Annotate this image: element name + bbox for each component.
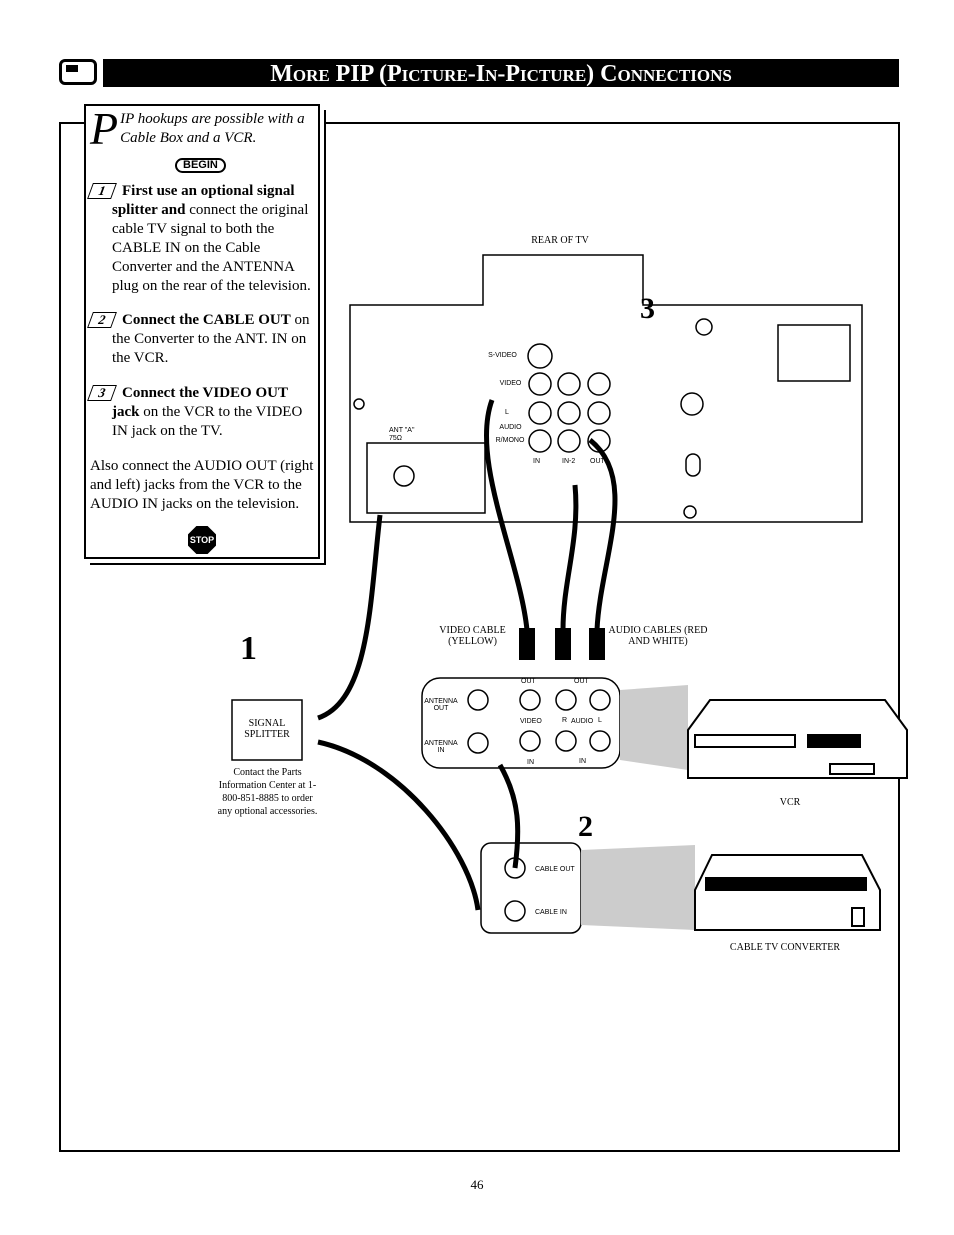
vcr-l-label: L	[598, 717, 602, 724]
intro-text: IP hookups are possible with a Cable Box…	[120, 111, 305, 146]
intro: P IP hookups are possible with a Cable Bo…	[90, 103, 316, 154]
svideo-label: S-VIDEO	[488, 352, 517, 359]
vcr-r-label: R	[562, 717, 568, 724]
drop-cap: P	[90, 103, 119, 154]
vcr-label: VCR	[779, 797, 801, 808]
tv-rear-outline	[349, 254, 863, 523]
vcr-audio-out-label: OUT	[574, 678, 589, 685]
video-cable-label: VIDEO CABLE (YELLOW)	[439, 625, 506, 647]
step-2: 2 Connect the CABLE OUT on the Converter …	[87, 311, 316, 368]
manual-page: More PIP (Picture-In-Picture) Connection…	[0, 0, 954, 1235]
vcr-video-label: VIDEO	[520, 718, 542, 725]
cable-out-label: CABLE OUT	[535, 866, 575, 873]
converter-label: CABLE TV CONVERTER	[729, 942, 841, 953]
in-label: IN	[533, 458, 540, 465]
callout-2: 2	[578, 810, 593, 843]
stop-icon: STOP	[188, 526, 216, 554]
in2-label: IN-2	[562, 458, 576, 465]
step-1: 1 First use an optional signal splitter a…	[87, 182, 316, 296]
step-3: 3 Connect the VIDEO OUT jack on the VCR t…	[87, 384, 316, 441]
vcr-video-out-label: OUT	[521, 678, 536, 685]
out-label: OUT	[590, 458, 605, 465]
splitter-label: SIGNAL SPLITTER	[244, 718, 290, 740]
rear-of-tv-label: REAR OF TV	[531, 235, 589, 246]
audio-cables-label: AUDIO CABLES (RED AND WHITE)	[608, 625, 708, 647]
coax-cable-tv	[317, 514, 383, 721]
step-number: 3	[87, 385, 117, 401]
rmono-label: R/MONO	[495, 437, 525, 444]
vcr-audio-in-label: IN	[579, 758, 586, 765]
begin-badge: BEGIN	[175, 158, 226, 173]
callout-3: 3	[640, 292, 655, 325]
note: Also connect the AUDIO OUT (right and le…	[90, 458, 314, 512]
antenna-in-label: ANTENNA IN	[424, 740, 458, 754]
l-label: L	[505, 409, 509, 416]
vcr-audio-label: AUDIO	[571, 718, 594, 725]
video-label: VIDEO	[499, 380, 522, 387]
converter-illustration	[694, 854, 881, 931]
callout-1: 1	[240, 630, 257, 667]
step-number: 2	[87, 312, 117, 328]
step-number: 1	[87, 183, 117, 199]
page-number: 46	[470, 1177, 484, 1192]
contact-info: Contact the Parts Information Center at …	[217, 767, 318, 817]
audio-label: AUDIO	[499, 424, 522, 431]
converter-rear-panel	[480, 842, 582, 934]
ant-label: ANT "A"	[389, 427, 415, 434]
converter-shadow	[581, 845, 695, 930]
ohm-label: 75Ω	[389, 435, 403, 442]
vcr-video-in-label: IN	[527, 759, 534, 766]
step-bold: Connect the CABLE OUT	[122, 312, 291, 328]
cable-in-label: CABLE IN	[535, 909, 567, 916]
vcr-illustration	[687, 699, 908, 779]
vcr-shadow	[620, 685, 688, 770]
antenna-out-label: ANTENNA OUT	[424, 698, 458, 712]
step-text: on the VCR to the VIDEO IN jack on the T…	[112, 404, 303, 439]
instructions-panel: P IP hookups are possible with a Cable Bo…	[84, 104, 320, 559]
